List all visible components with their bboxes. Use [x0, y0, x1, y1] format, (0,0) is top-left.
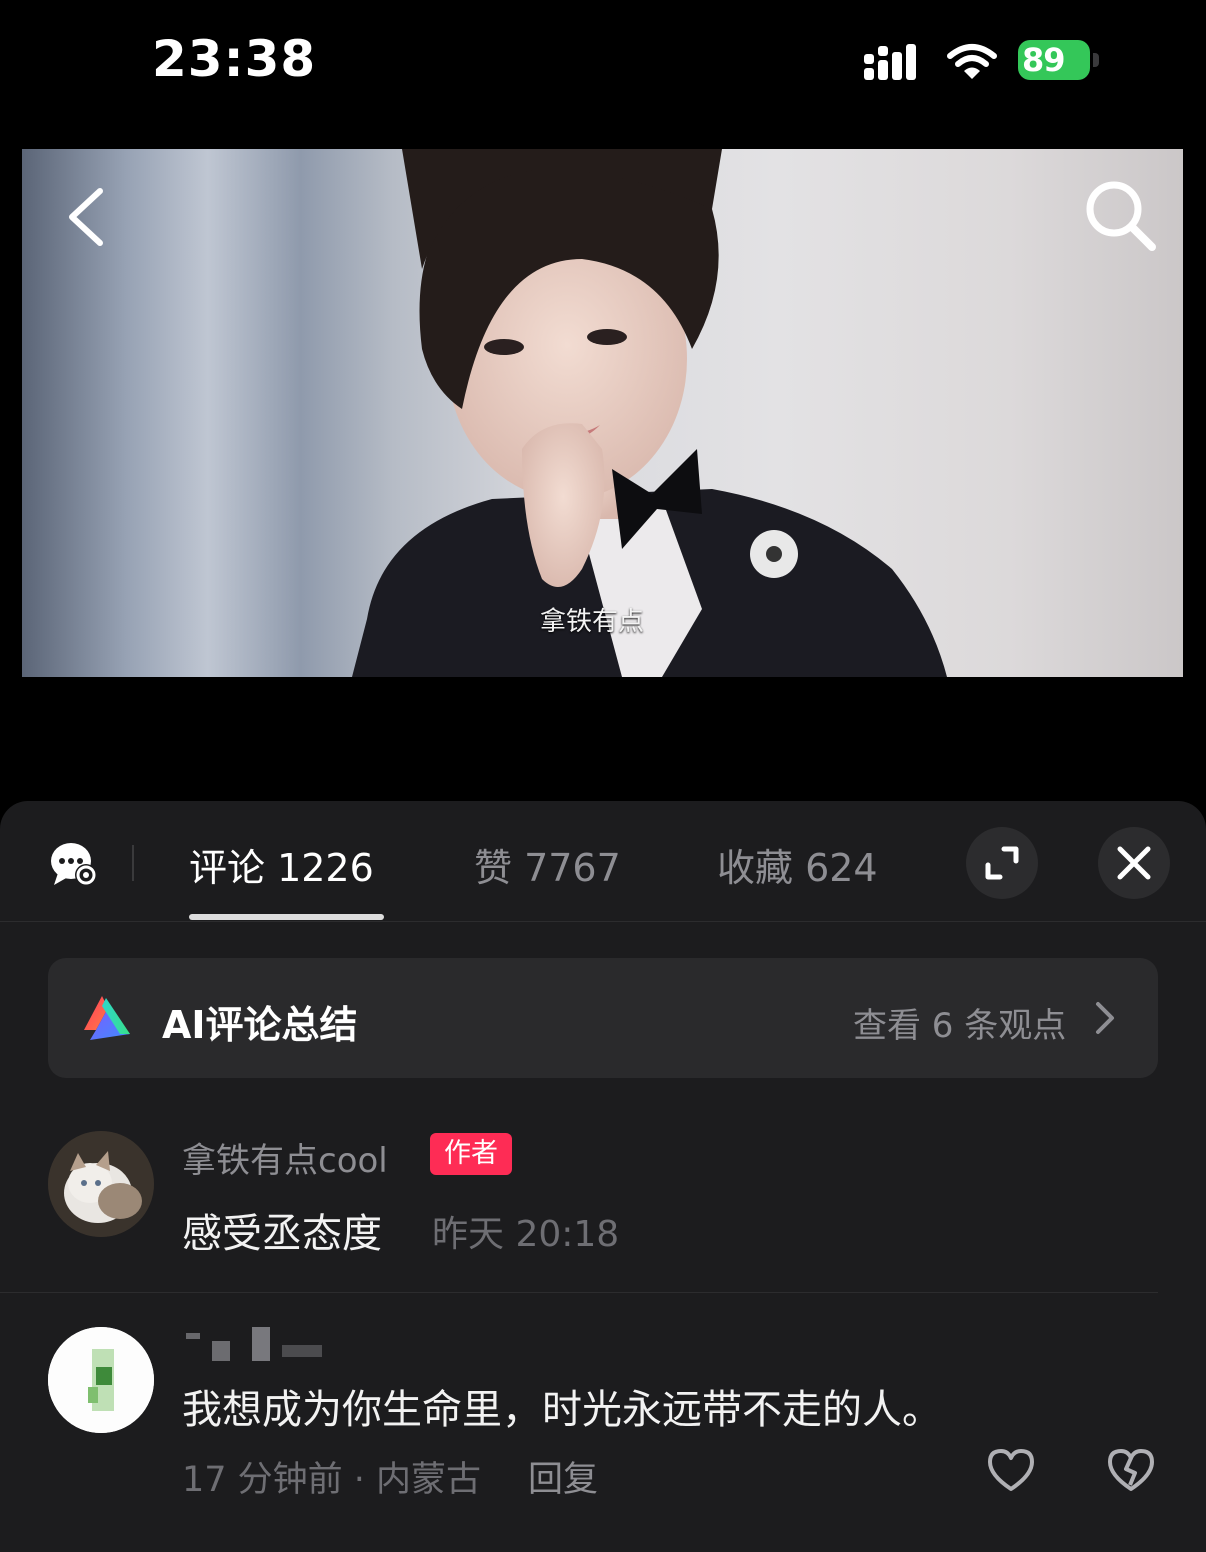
comment-sheet: 评论 1226 赞 7767 收藏 624 AI评论总结 查看 6 条观点 拿铁…	[0, 801, 1206, 1552]
active-tab-indicator	[189, 914, 384, 920]
blurred-name-image	[186, 1327, 322, 1361]
back-chevron-icon[interactable]	[62, 185, 110, 249]
chat-settings-icon[interactable]	[50, 841, 98, 887]
comment-username-blurred[interactable]	[182, 1323, 332, 1372]
portrait-image	[352, 149, 947, 677]
avatar[interactable]	[48, 1327, 154, 1433]
status-time: 23:38	[152, 30, 317, 88]
avatar[interactable]	[48, 1131, 154, 1237]
comment-time: 昨天 20:18	[432, 1214, 620, 1255]
signal-icon	[864, 44, 916, 80]
reply-button[interactable]: 回复	[528, 1451, 598, 1502]
comment-divider	[0, 1292, 1158, 1293]
tab-likes[interactable]: 赞 7767	[474, 837, 621, 892]
close-button[interactable]	[1098, 827, 1170, 899]
tab-comments[interactable]: 评论 1226	[189, 837, 374, 892]
dislike-icon[interactable]	[1106, 1447, 1156, 1493]
ai-summary-title: AI评论总结	[162, 1003, 358, 1047]
expand-button[interactable]	[966, 827, 1038, 899]
expand-icon	[985, 846, 1019, 880]
wifi-icon	[947, 44, 997, 79]
comment-username[interactable]: 拿铁有点cool	[182, 1133, 388, 1182]
comment-meta: 17 分钟前 · 内蒙古	[182, 1460, 482, 1500]
tab-divider	[132, 845, 134, 881]
tab-bar: 评论 1226 赞 7767 收藏 624	[0, 801, 1206, 922]
ai-summary-link[interactable]: 查看 6 条观点	[853, 998, 1066, 1047]
post-photo[interactable]: 拿铁有点	[22, 149, 1183, 677]
ai-summary-card[interactable]: AI评论总结 查看 6 条观点	[48, 958, 1158, 1078]
cat-avatar-image	[48, 1131, 154, 1237]
status-bar: 23:38 89	[0, 0, 1206, 130]
heart-icon[interactable]	[986, 1447, 1036, 1493]
close-icon	[1117, 846, 1151, 880]
comment-text: 我想成为你生命里，时光永远带不走的人。	[182, 1387, 942, 1433]
author-badge: 作者	[430, 1133, 512, 1175]
battery-percent: 89	[1022, 41, 1066, 79]
battery-indicator: 89	[1018, 40, 1102, 82]
photo-watermark: 拿铁有点	[540, 607, 645, 637]
tab-favorites[interactable]: 收藏 624	[717, 837, 878, 892]
ai-logo-icon	[84, 996, 130, 1040]
comment-text: 感受丞态度	[182, 1211, 382, 1257]
search-icon[interactable]	[1084, 179, 1156, 251]
blurred-avatar-image	[48, 1327, 154, 1433]
chevron-right-icon	[1096, 1002, 1114, 1034]
